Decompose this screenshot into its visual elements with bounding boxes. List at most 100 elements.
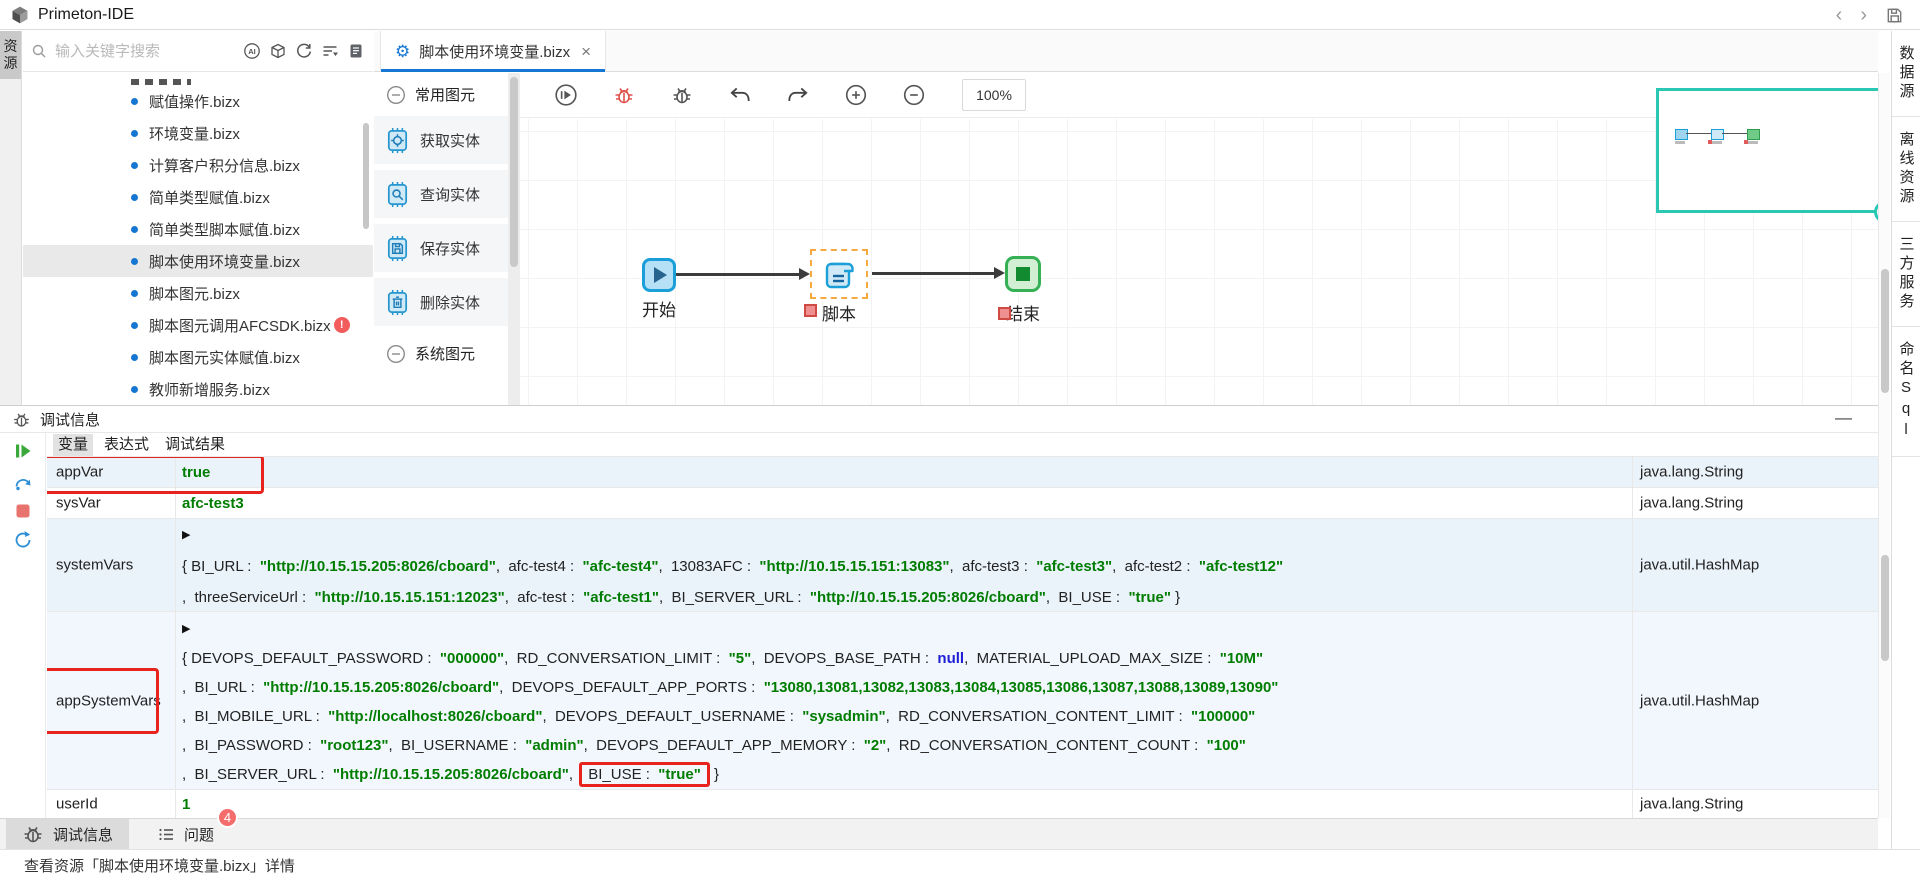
- value-line: , BI_SERVER_URL : "http://10.15.15.205:8…: [182, 760, 1628, 789]
- debug-row-sysVar[interactable]: sysVarafc-test3java.lang.String: [47, 488, 1878, 519]
- debug-panel-header: 调试信息 —: [0, 406, 1878, 433]
- minimap-node: [1711, 129, 1724, 140]
- palette-group-header[interactable]: 常用图元: [374, 73, 508, 116]
- zoom-level[interactable]: 100%: [962, 79, 1026, 111]
- expander-icon[interactable]: ▶: [182, 613, 1628, 644]
- flow-canvas[interactable]: 100% 开始 脚本 结束: [520, 73, 1878, 405]
- right-rail-item[interactable]: 离线资源: [1892, 117, 1920, 222]
- save-icon[interactable]: [1885, 6, 1904, 25]
- flow-node-end[interactable]: [1005, 256, 1041, 292]
- palette-group-header[interactable]: 系统图元: [374, 332, 508, 375]
- debug-tab-调试结果[interactable]: 调试结果: [160, 434, 230, 456]
- left-rail-tab-resources[interactable]: 资源: [0, 31, 21, 79]
- expander-icon[interactable]: ▶: [182, 519, 1628, 551]
- debug-bug-icon: [12, 410, 31, 429]
- scrollbar-thumb[interactable]: [1881, 269, 1889, 393]
- rerun-icon[interactable]: [13, 530, 33, 550]
- stop-icon[interactable]: [15, 503, 31, 519]
- close-icon[interactable]: ×: [581, 42, 591, 62]
- stop-square-icon: [1016, 267, 1030, 281]
- right-rail-item[interactable]: 命名Sql: [1892, 327, 1920, 457]
- ai-icon[interactable]: AI: [243, 42, 261, 60]
- redo-icon[interactable]: [786, 83, 810, 107]
- flow-node-script-selected[interactable]: [810, 249, 868, 299]
- debug-row-appSystemVars[interactable]: appSystemVars ▶{ DEVOPS_DEFAULT_PASSWORD …: [47, 612, 1878, 790]
- tree-item[interactable]: 环境变量.bizx: [23, 117, 373, 149]
- palette-item-label: 删除实体: [420, 292, 480, 313]
- refresh-icon[interactable]: [295, 42, 313, 60]
- palette-item[interactable]: 查询实体: [374, 170, 508, 218]
- variable-type: java.lang.String: [1640, 796, 1743, 813]
- zoom-in-icon[interactable]: [844, 83, 868, 107]
- palette-group-label: 常用图元: [415, 84, 475, 105]
- value-line: { DEVOPS_DEFAULT_PASSWORD : "000000", RD…: [182, 644, 1628, 673]
- palette-scrollbar[interactable]: [508, 73, 520, 405]
- right-rail: 数据源离线资源三方服务命名Sql: [1891, 31, 1920, 850]
- right-rail-item-label: 三方服务: [1896, 236, 1917, 312]
- minimap[interactable]: [1656, 88, 1878, 213]
- sort-filter-icon[interactable]: [321, 42, 339, 60]
- tree-item[interactable]: 赋值操作.bizx: [23, 85, 373, 117]
- minimize-icon[interactable]: —: [1835, 408, 1852, 428]
- tree-item[interactable]: 脚本图元实体赋值.bizx: [23, 341, 373, 373]
- debug-variables-table: appVartruejava.lang.StringsysVarafc-test…: [47, 457, 1878, 818]
- breakpoint-script[interactable]: [804, 304, 817, 317]
- stop-debug-icon[interactable]: [612, 83, 636, 107]
- debug-tab-表达式[interactable]: 表达式: [99, 434, 154, 456]
- right-rail-item[interactable]: 三方服务: [1892, 222, 1920, 327]
- vertical-scrollbar[interactable]: [1878, 73, 1890, 818]
- tree-item[interactable]: 简单类型赋值.bizx: [23, 181, 373, 213]
- locate-file-icon[interactable]: [347, 42, 365, 60]
- tree-item[interactable]: 计算客户积分信息.bizx: [23, 149, 373, 181]
- back-icon[interactable]: ‹: [1836, 5, 1843, 25]
- flow-node-start[interactable]: [642, 258, 676, 292]
- debug-bug-icon[interactable]: [670, 83, 694, 107]
- bottom-tab-调试信息[interactable]: 调试信息: [6, 819, 129, 849]
- palette-item[interactable]: 获取实体: [374, 116, 508, 164]
- tree-item[interactable]: 脚本图元.bizx: [23, 277, 373, 309]
- undo-icon[interactable]: [728, 83, 752, 107]
- right-rail-item[interactable]: 数据源: [1892, 31, 1920, 117]
- palette-item[interactable]: 保存实体: [374, 224, 508, 272]
- debug-run-icon[interactable]: [554, 83, 578, 107]
- minimap-node: [1747, 129, 1760, 140]
- error-badge: !: [334, 317, 350, 333]
- variable-type: java.lang.String: [1640, 464, 1743, 481]
- resume-icon[interactable]: [13, 441, 33, 461]
- zoom-out-icon[interactable]: [902, 83, 926, 107]
- variable-name: appSystemVars: [56, 692, 161, 709]
- palette-item[interactable]: 删除实体: [374, 278, 508, 326]
- palette-item-label: 查询实体: [420, 184, 480, 205]
- edge-script-end[interactable]: [872, 272, 995, 275]
- right-rail-item-label: 离线资源: [1896, 131, 1917, 207]
- debug-row-userId[interactable]: userId1java.lang.String: [47, 790, 1878, 818]
- value-line: { BI_URL : "http://10.15.15.205:8026/cbo…: [182, 551, 1628, 582]
- debug-tab-变量[interactable]: 变量: [53, 434, 93, 456]
- tree-item[interactable]: 简单类型脚本赋值.bizx: [23, 213, 373, 245]
- breakpoint-end[interactable]: [998, 307, 1011, 320]
- file-bullet-icon: [131, 290, 138, 297]
- value-line: , BI_URL : "http://10.15.15.205:8026/cbo…: [182, 673, 1628, 702]
- tree-item-label: 计算客户积分信息.bizx: [149, 155, 300, 176]
- tree-scrollbar[interactable]: [363, 123, 369, 229]
- forward-icon[interactable]: ›: [1860, 5, 1867, 25]
- tree-item[interactable]: 教师新增服务.bizx: [23, 373, 373, 404]
- minimap-breakpoint: [1744, 140, 1748, 144]
- tree-item[interactable]: 脚本图元调用AFCSDK.bizx!: [23, 309, 373, 341]
- tree-item[interactable]: 脚本使用环境变量.bizx: [23, 245, 373, 277]
- package-icon[interactable]: [269, 42, 287, 60]
- scrollbar-thumb[interactable]: [1881, 555, 1889, 661]
- editor-tab-active[interactable]: ⚙ 脚本使用环境变量.bizx ×: [380, 31, 606, 72]
- tree-item[interactable]: [23, 72, 373, 85]
- debug-row-systemVars[interactable]: systemVars▶{ BI_URL : "http://10.15.15.2…: [47, 519, 1878, 612]
- step-over-icon[interactable]: [13, 472, 33, 492]
- tree-item-label: 教师新增服务.bizx: [149, 379, 270, 400]
- variable-name: userId: [56, 796, 98, 813]
- script-scroll-icon: [820, 255, 858, 293]
- title-bar: Primeton-IDE ‹ ›: [0, 0, 1920, 30]
- edge-start-script[interactable]: [676, 273, 800, 276]
- debug-row-appVar[interactable]: appVartruejava.lang.String: [47, 457, 1878, 488]
- search-input[interactable]: [53, 42, 237, 61]
- bottom-tab-问题[interactable]: 问题4: [141, 819, 230, 849]
- search-icon: [31, 43, 47, 59]
